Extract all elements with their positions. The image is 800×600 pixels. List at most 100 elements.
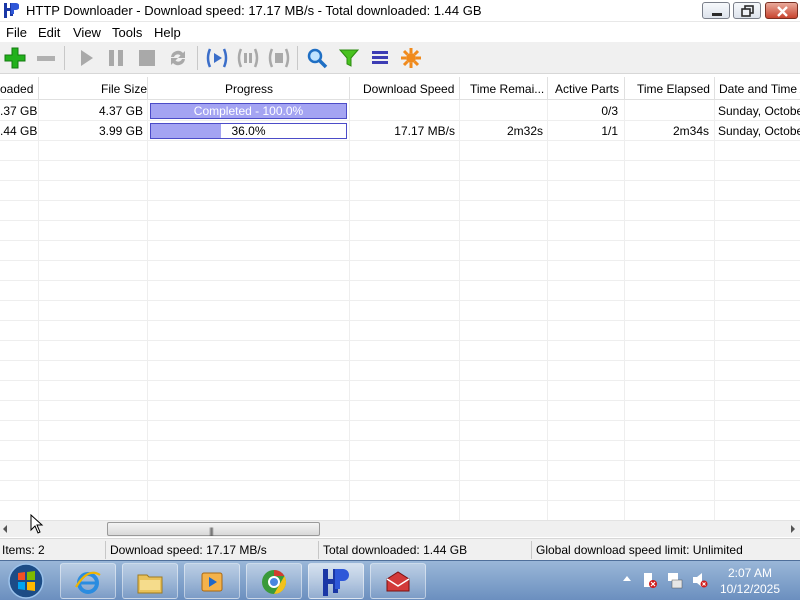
scrollbar-thumb[interactable]: ||| <box>107 522 320 536</box>
grid-column-line <box>38 100 39 520</box>
app-icon <box>4 3 19 18</box>
grid-column-line <box>714 100 715 520</box>
queue-icon[interactable] <box>368 46 392 70</box>
status-bar: Items: 2 Download speed: 17.17 MB/s Tota… <box>0 538 800 560</box>
menu-view[interactable]: View <box>73 25 101 40</box>
taskbar-http-downloader[interactable] <box>308 563 364 599</box>
toolbar <box>0 42 800 74</box>
column-progress[interactable]: Progress <box>225 82 273 96</box>
clock-time: 2:07 AM <box>727 566 773 580</box>
column-divider[interactable] <box>459 77 460 100</box>
grid-row-line <box>0 240 800 241</box>
title-bar: HTTP Downloader - Download speed: 17.17 … <box>0 0 800 22</box>
cell-active-parts: 1/1 <box>601 124 618 138</box>
stop-icon[interactable] <box>135 46 159 70</box>
close-button[interactable] <box>765 2 798 19</box>
minimize-icon <box>712 13 722 16</box>
column-file-size[interactable]: File Size <box>101 82 147 96</box>
toolbar-separator <box>297 46 298 70</box>
status-total-downloaded: Total downloaded: 1.44 GB <box>323 543 468 557</box>
column-download-speed[interactable]: Download Speed <box>363 82 454 96</box>
grid-row-line <box>0 200 800 201</box>
table-row[interactable]: .37 GB 4.37 GB Completed - 100.0% 0/3 Su… <box>0 101 800 121</box>
progress-text: Completed - 100.0% <box>193 104 304 118</box>
column-time-remaining[interactable]: Time Remai... <box>470 82 544 96</box>
taskbar-file-explorer[interactable] <box>122 563 178 599</box>
grid-column-line <box>459 100 460 520</box>
column-divider[interactable] <box>547 77 548 100</box>
toolbar-separator <box>64 46 65 70</box>
grid-row-line <box>0 460 800 461</box>
pause-all-icon[interactable] <box>236 46 260 70</box>
grid-row-line <box>0 180 800 181</box>
volume-icon[interactable] <box>692 571 708 589</box>
download-list[interactable]: .37 GB 4.37 GB Completed - 100.0% 0/3 Su… <box>0 100 800 520</box>
taskbar-internet-explorer[interactable] <box>60 563 116 599</box>
start-button[interactable] <box>4 562 48 600</box>
cell-time-elapsed: 2m34s <box>672 124 709 138</box>
column-active-parts[interactable]: Active Parts <box>555 82 619 96</box>
taskbar-media-player[interactable] <box>184 563 240 599</box>
maximize-button[interactable] <box>733 2 761 19</box>
grid-row-line <box>0 360 800 361</box>
column-downloaded[interactable]: oaded <box>0 82 33 96</box>
show-hidden-icons-icon[interactable] <box>622 571 632 585</box>
grid-row-line <box>0 420 800 421</box>
filter-icon[interactable] <box>337 46 361 70</box>
table-row[interactable]: .44 GB 3.99 GB 36.0% 17.17 MB/s 2m32s 1/… <box>0 121 800 141</box>
status-download-speed: Download speed: 17.17 MB/s <box>110 543 267 557</box>
start-all-icon[interactable] <box>205 46 229 70</box>
grid-row-line <box>0 440 800 441</box>
menu-bar: File Edit View Tools Help <box>0 22 800 42</box>
grid-row-line <box>0 380 800 381</box>
toolbox-icon <box>386 571 410 592</box>
taskbar-toolbox[interactable] <box>370 563 426 599</box>
grid-row-line <box>0 220 800 221</box>
column-divider[interactable] <box>714 77 715 100</box>
status-speed-limit: Global download speed limit: Unlimited <box>536 543 743 557</box>
grid-row-line <box>0 500 800 501</box>
search-icon[interactable] <box>305 46 329 70</box>
menu-edit[interactable]: Edit <box>38 25 60 40</box>
menu-file[interactable]: File <box>6 25 27 40</box>
status-separator <box>105 541 106 559</box>
grid-row-line <box>0 300 800 301</box>
minimize-button[interactable] <box>702 2 730 19</box>
taskbar-clock[interactable]: 2:07 AM 10/12/2025 <box>716 565 784 597</box>
progress-bar: 36.0% <box>150 123 347 139</box>
pause-icon[interactable] <box>104 46 128 70</box>
options-icon[interactable] <box>399 46 423 70</box>
cell-active-parts: 0/3 <box>601 104 618 118</box>
toolbar-separator <box>197 46 198 70</box>
horizontal-scrollbar[interactable]: ||| <box>0 520 800 537</box>
taskbar-chrome[interactable] <box>246 563 302 599</box>
restart-icon[interactable] <box>166 46 190 70</box>
window-title: HTTP Downloader - Download speed: 17.17 … <box>26 3 482 18</box>
column-header: oaded File Size Progress Download Speed … <box>0 77 800 100</box>
progress-bar: Completed - 100.0% <box>150 103 347 119</box>
scroll-left-icon[interactable] <box>3 525 7 533</box>
grid-row-line <box>0 160 800 161</box>
column-time-elapsed[interactable]: Time Elapsed <box>637 82 710 96</box>
remove-icon[interactable] <box>34 46 58 70</box>
column-date-time[interactable]: Date and Time A <box>719 82 800 96</box>
grid-column-line <box>147 100 148 520</box>
menu-help[interactable]: Help <box>154 25 181 40</box>
menu-tools[interactable]: Tools <box>112 25 142 40</box>
cell-time-remaining: 2m32s <box>506 124 543 138</box>
add-icon[interactable] <box>3 46 27 70</box>
chrome-icon <box>262 570 287 594</box>
stop-all-icon[interactable] <box>267 46 291 70</box>
media-player-icon <box>201 572 223 592</box>
column-divider[interactable] <box>624 77 625 100</box>
column-divider[interactable] <box>147 77 148 100</box>
start-icon[interactable] <box>74 46 98 70</box>
network-icon[interactable] <box>667 571 683 589</box>
column-divider[interactable] <box>349 77 350 100</box>
action-center-icon[interactable] <box>642 571 658 589</box>
grid-column-line <box>349 100 350 520</box>
scroll-right-icon[interactable] <box>791 525 795 533</box>
column-divider[interactable] <box>38 77 39 100</box>
cell-file-size: 4.37 GB <box>98 104 143 118</box>
cell-downloaded: .44 GB <box>0 124 38 138</box>
